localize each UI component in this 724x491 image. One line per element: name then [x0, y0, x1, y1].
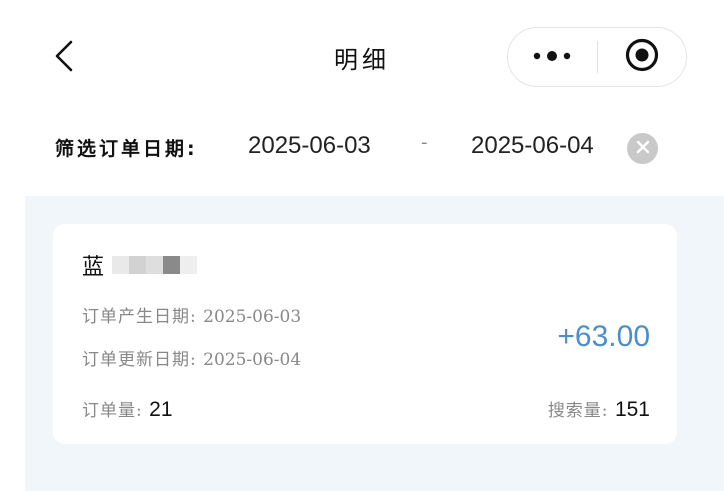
order-count-label: 订单量:: [82, 401, 143, 421]
more-button[interactable]: [508, 28, 596, 85]
date-separator: -: [421, 132, 428, 153]
record-list: 蓝 订单产生日期: 2025-06-03 订单更新日期: 2025-06-04 …: [25, 196, 724, 491]
created-date-line: 订单产生日期: 2025-06-03: [82, 302, 301, 327]
start-date-picker[interactable]: 2025-06-03: [248, 132, 371, 160]
updated-date-line: 订单更新日期: 2025-06-04: [82, 345, 301, 370]
search-count-value: 151: [614, 398, 650, 421]
nav-bar: 明细: [0, 0, 724, 116]
target-circle-icon: [624, 37, 660, 77]
filter-label: 筛选订单日期:: [55, 138, 198, 160]
order-count-value: 21: [149, 398, 173, 421]
search-count-line: 搜索量: 151: [548, 396, 650, 422]
mini-program-capsule: [507, 27, 687, 87]
chevron-left-icon: [53, 38, 75, 78]
clear-filter-button[interactable]: [627, 133, 658, 164]
back-button[interactable]: [44, 36, 84, 80]
updated-date-value: 2025-06-04: [203, 350, 302, 370]
more-dots-icon: [532, 47, 572, 66]
capsule-divider: [597, 41, 598, 73]
updated-date-label: 订单更新日期:: [82, 350, 197, 370]
created-date-value: 2025-06-03: [203, 307, 302, 327]
clear-x-icon: [636, 139, 650, 158]
record-amount: +63.00: [557, 320, 650, 353]
search-count-label: 搜索量:: [547, 401, 609, 421]
end-date-picker[interactable]: 2025-06-04: [471, 132, 594, 160]
order-count-line: 订单量: 21: [82, 396, 173, 422]
record-name: 蓝: [82, 255, 105, 280]
date-filter: 筛选订单日期: 2025-06-03 - 2025-06-04: [0, 116, 724, 196]
created-date-label: 订单产生日期:: [82, 307, 197, 327]
record-name-row: 蓝: [82, 249, 198, 281]
record-card[interactable]: 蓝 订单产生日期: 2025-06-03 订单更新日期: 2025-06-04 …: [53, 224, 677, 444]
close-mini-program-button[interactable]: [599, 28, 685, 85]
redacted-name-mosaic: [112, 256, 198, 274]
